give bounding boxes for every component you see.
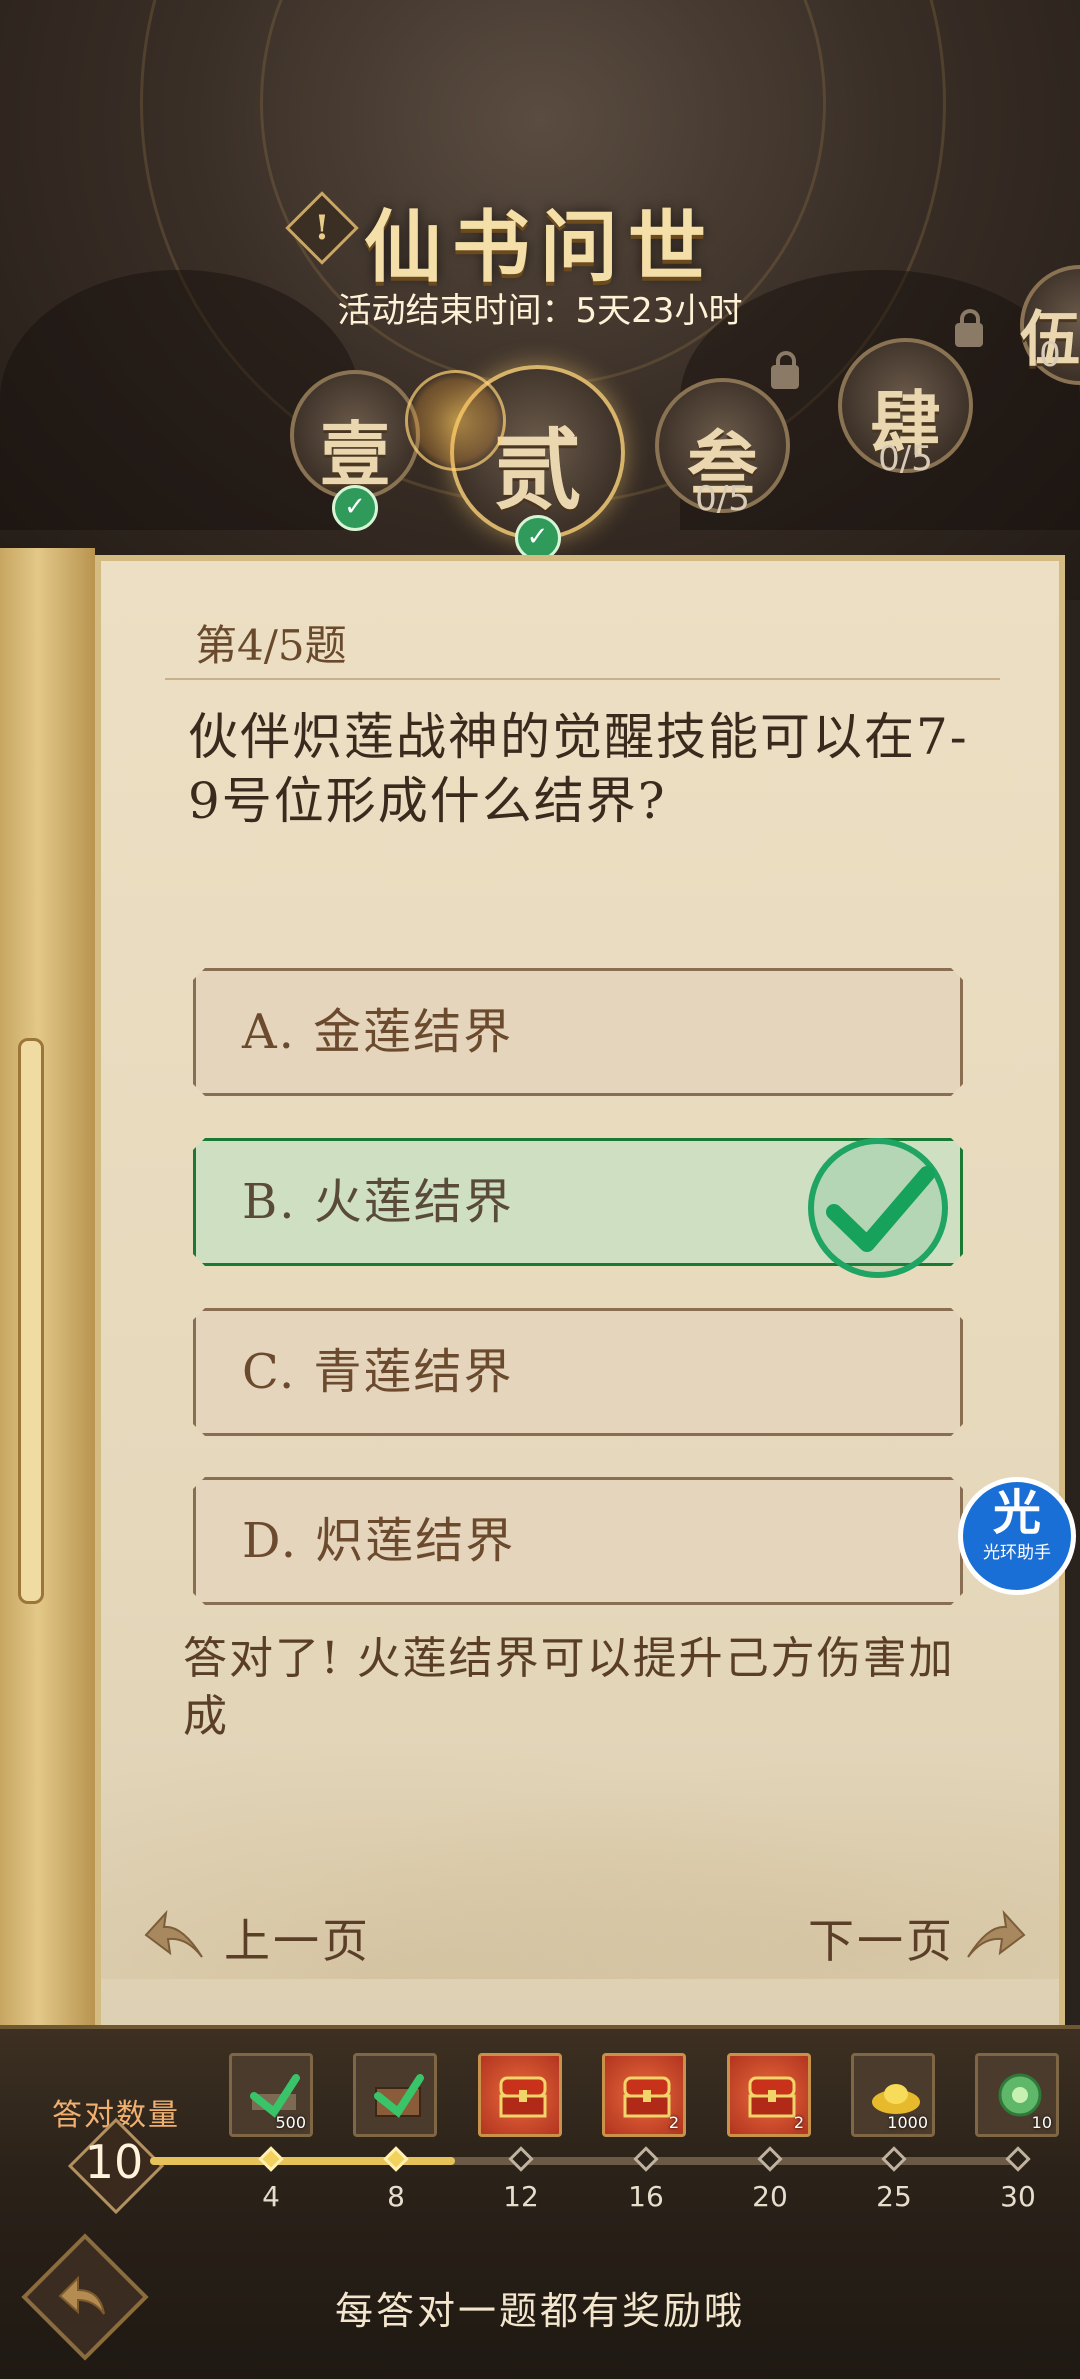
selection-glow-icon [405,370,506,471]
reward-qty: 2 [668,2113,679,2132]
stage-3-progress: 0/5 [695,479,750,519]
end-time-label: 活动结束时间：5天23小时 [337,291,743,331]
reward-qty: 500 [275,2113,306,2132]
completed-check-icon: ✓ [332,485,378,531]
question-number: 第4/5题 [195,621,347,670]
side-scroll-decoration [0,548,95,2048]
correct-count: 10 [84,2135,144,2189]
red-chest-icon [499,2076,547,2118]
helper-float-button[interactable]: 光 光环助手 [958,1477,1076,1595]
helper-subtitle: 光环助手 [983,1543,1051,1563]
stage-1-button[interactable]: 壹 ✓ [290,370,420,531]
stage-4-progress: 0/5 [878,439,933,479]
lock-icon [955,309,983,347]
milestone-label: 20 [752,2180,788,2213]
reward-slot-3[interactable] [478,2053,562,2137]
reward-slot-6[interactable]: 1000 [851,2053,935,2137]
next-page-button[interactable]: 下一页 [808,1905,955,1971]
correct-check-icon [808,1138,948,1278]
milestone-label: 4 [262,2180,280,2213]
option-d-label: D. 炽莲结界 [242,1513,516,1569]
option-a-button[interactable]: A. 金莲结界 [193,968,963,1096]
stage-4-button[interactable]: 肆 0/5 [838,338,973,479]
milestone-label: 12 [503,2180,539,2213]
helper-title: 光 [992,1485,1041,1541]
option-d-button[interactable]: D. 炽莲结界 [193,1477,963,1605]
option-b-label: B. 火莲结界 [242,1174,514,1230]
prev-page-button[interactable]: 上一页 [224,1905,371,1971]
stage-5-progress: 0 [1039,335,1061,375]
divider [165,678,1000,680]
lock-icon [771,351,799,389]
milestone-label: 8 [387,2180,405,2213]
reward-qty: 2 [793,2113,804,2132]
milestone-label: 16 [628,2180,664,2213]
treasure-chest-icon [374,2074,424,2118]
prev-arrow-icon[interactable] [142,1905,212,1965]
page-title: 仙书问世 [363,202,716,293]
option-c-button[interactable]: C. 青莲结界 [193,1308,963,1436]
option-a-label: A. 金莲结界 [242,1004,514,1060]
reward-slot-5[interactable]: 2 [727,2053,811,2137]
milestone-label: 30 [1000,2180,1036,2213]
red-chest-icon [623,2076,671,2118]
reward-slot-7[interactable]: 10 [975,2053,1059,2137]
next-arrow-icon[interactable] [958,1905,1028,1965]
reward-qty: 10 [1031,2113,1052,2132]
stage-3-button[interactable]: 叁 0/5 [655,378,790,519]
question-text: 伙伴炽莲战神的觉醒技能可以在7-9号位形成什么结界? [188,708,969,830]
progress-fill [150,2157,455,2165]
reward-slot-1[interactable]: 500 [229,2053,313,2137]
reward-slot-4[interactable]: 2 [602,2053,686,2137]
option-c-label: C. 青莲结界 [242,1344,514,1400]
milestone-label: 25 [876,2180,912,2213]
scrollbar[interactable] [18,1038,44,1604]
red-chest-icon [748,2076,796,2118]
reward-qty: 1000 [887,2113,928,2132]
reward-slot-2[interactable] [353,2053,437,2137]
answer-feedback: 答对了! 火莲结界可以提升己方伤害加成 [183,1633,955,1742]
reward-hint: 每答对一题都有奖励哦 [334,2289,745,2333]
